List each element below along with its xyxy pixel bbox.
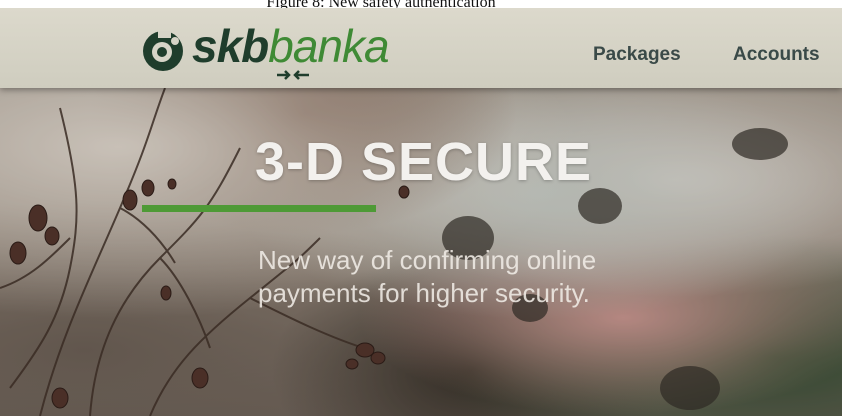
hero-accent-rule bbox=[142, 205, 376, 212]
logo-banka: banka bbox=[268, 20, 389, 72]
nav-packages[interactable]: Packages bbox=[593, 44, 681, 66]
logo-wordmark: skbbanka bbox=[192, 16, 390, 76]
screen-photo: skbbanka Packages Accounts 3-D SECURE Ne… bbox=[0, 8, 842, 416]
site-header: skbbanka Packages Accounts bbox=[0, 8, 842, 88]
hero-banner: 3-D SECURE New way of confirming online … bbox=[0, 88, 842, 416]
hero-subtitle: New way of confirming online payments fo… bbox=[258, 245, 597, 308]
nav-accounts[interactable]: Accounts bbox=[733, 44, 820, 66]
double-arrow-mark bbox=[277, 70, 309, 80]
skb-logo-icon bbox=[143, 31, 183, 71]
hero-title: 3-D SECURE bbox=[255, 132, 593, 192]
logo-skb: skb bbox=[192, 20, 269, 72]
